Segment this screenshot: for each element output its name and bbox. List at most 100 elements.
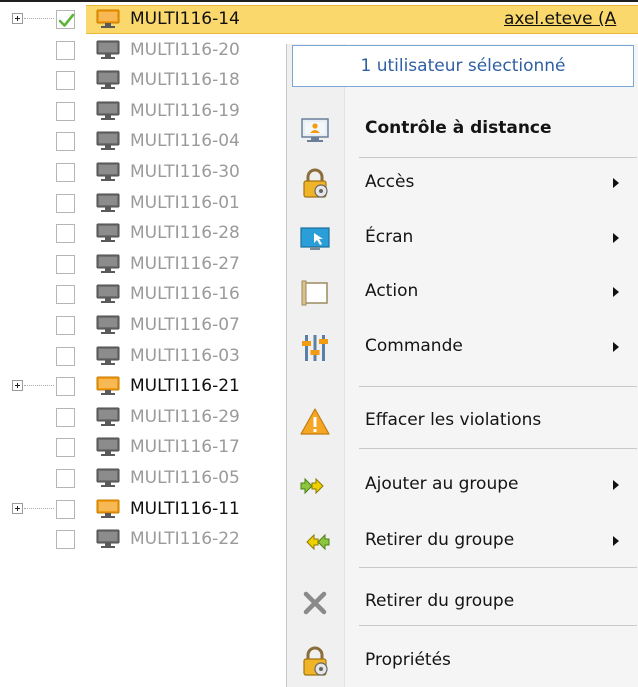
warning-icon <box>299 406 331 438</box>
menu-separator <box>359 386 637 387</box>
computer-name: MULTI116-30 <box>130 162 240 182</box>
computer-name: MULTI116-01 <box>130 192 240 213</box>
menu-separator <box>359 625 637 626</box>
menu-item[interactable]: Contrôle à distance <box>287 102 638 156</box>
row-checkbox[interactable] <box>56 254 75 274</box>
computer-name: MULTI116-07 <box>130 315 240 335</box>
properties-lock-icon <box>299 646 331 678</box>
row-checkbox[interactable] <box>56 10 75 29</box>
menu-separator <box>359 157 637 158</box>
menu-item-label: Retirer du groupe <box>365 591 515 611</box>
access-lock-icon <box>299 168 331 200</box>
computer-monitor-icon <box>96 499 120 518</box>
close-x-icon <box>299 587 331 619</box>
menu-item[interactable]: Action <box>287 265 638 319</box>
computer-name: MULTI116-28 <box>130 223 240 244</box>
computer-monitor-icon <box>96 346 120 365</box>
computer-monitor-icon <box>96 407 120 426</box>
computer-name: MULTI116-20 <box>130 39 240 60</box>
menu-item[interactable]: Ajouter au groupe <box>287 458 638 512</box>
menu-item[interactable]: Retirer du groupe <box>287 575 638 629</box>
computer-name: MULTI116-05 <box>130 468 240 488</box>
computer-name: MULTI116-21 <box>130 376 240 397</box>
menu-item[interactable]: Retirer du groupe <box>287 514 638 568</box>
menu-item[interactable]: Effacer les violations <box>287 394 638 448</box>
row-checkbox[interactable] <box>56 438 75 458</box>
row-checkbox[interactable] <box>56 377 75 397</box>
menu-item-label: Commande <box>365 336 463 356</box>
row-checkbox[interactable] <box>56 224 75 244</box>
computer-monitor-icon <box>96 162 120 181</box>
submenu-arrow-icon <box>613 178 619 188</box>
submenu-arrow-icon <box>613 342 619 352</box>
computer-monitor-icon <box>96 193 120 212</box>
computer-monitor-icon <box>96 131 120 151</box>
computer-monitor-icon <box>96 284 120 304</box>
menu-item-label: Accès <box>365 172 415 192</box>
computer-monitor-icon <box>96 437 120 457</box>
computer-monitor-icon <box>96 315 120 334</box>
row-checkbox[interactable] <box>56 530 75 550</box>
expand-icon[interactable] <box>12 13 23 24</box>
menu-item[interactable]: Propriétés <box>287 634 638 687</box>
computer-name: MULTI116-22 <box>130 529 240 550</box>
remote-control-icon <box>299 114 331 146</box>
add-group-arrows-icon <box>299 470 331 502</box>
row-checkbox[interactable] <box>56 346 75 366</box>
row-checkbox[interactable] <box>56 499 75 519</box>
computer-monitor-icon <box>96 40 120 59</box>
computer-name: MULTI116-11 <box>130 498 240 519</box>
row-checkbox[interactable] <box>56 316 75 335</box>
sliders-icon <box>299 332 331 364</box>
computer-name: MULTI116-18 <box>130 70 240 91</box>
expand-icon[interactable] <box>12 380 23 392</box>
computer-monitor-icon <box>96 376 120 396</box>
computer-monitor-icon <box>96 70 120 90</box>
remove-group-arrows-icon <box>299 526 331 558</box>
computer-name: MULTI116-03 <box>130 345 240 366</box>
computer-name: MULTI116-29 <box>130 406 240 427</box>
computer-monitor-icon <box>96 101 120 120</box>
row-checkbox[interactable] <box>56 469 75 488</box>
submenu-arrow-icon <box>613 287 619 297</box>
menu-item-label: Ajouter au groupe <box>365 474 519 494</box>
submenu-arrow-icon <box>613 536 619 546</box>
row-checkbox[interactable] <box>56 285 75 305</box>
tree-connector <box>24 18 54 20</box>
menu-header: 1 utilisateur sélectionné <box>292 45 634 87</box>
computer-name: MULTI116-27 <box>130 253 240 274</box>
context-menu: 1 utilisateur sélectionné Contrôle à dis… <box>286 44 638 687</box>
menu-separator <box>359 448 637 449</box>
row-checkbox[interactable] <box>56 101 75 121</box>
computer-name: MULTI116-14 <box>130 9 240 29</box>
menu-item[interactable]: Commande <box>287 320 638 374</box>
top-border <box>0 0 638 2</box>
row-checkbox[interactable] <box>56 407 75 427</box>
screen-icon <box>299 223 331 255</box>
row-checkbox[interactable] <box>56 132 75 152</box>
menu-item-label: Action <box>365 281 419 301</box>
row-checkbox[interactable] <box>56 71 75 91</box>
computer-name: MULTI116-17 <box>130 437 240 458</box>
submenu-arrow-icon <box>613 480 619 490</box>
menu-item[interactable]: Écran <box>287 211 638 265</box>
tree-row[interactable]: MULTI116-14 axel.eteve (A <box>0 4 638 34</box>
expand-icon[interactable] <box>12 502 23 514</box>
row-checkbox[interactable] <box>56 40 75 60</box>
action-icon <box>299 277 331 309</box>
computer-monitor-icon <box>96 223 120 243</box>
tree-connector <box>24 507 54 510</box>
logged-user: axel.eteve (A <box>504 9 617 29</box>
computer-monitor-icon <box>96 529 120 549</box>
menu-item-label: Propriétés <box>365 650 451 670</box>
tree-connector <box>24 385 54 387</box>
computer-monitor-icon <box>96 468 120 487</box>
menu-item[interactable]: Accès <box>287 156 638 210</box>
computer-monitor-icon <box>96 254 120 273</box>
computer-name: MULTI116-19 <box>130 100 240 121</box>
row-checkbox[interactable] <box>56 193 75 213</box>
computer-name: MULTI116-16 <box>130 284 240 305</box>
menu-separator <box>359 567 637 568</box>
menu-item-label: Écran <box>365 227 414 247</box>
row-checkbox[interactable] <box>56 163 75 182</box>
